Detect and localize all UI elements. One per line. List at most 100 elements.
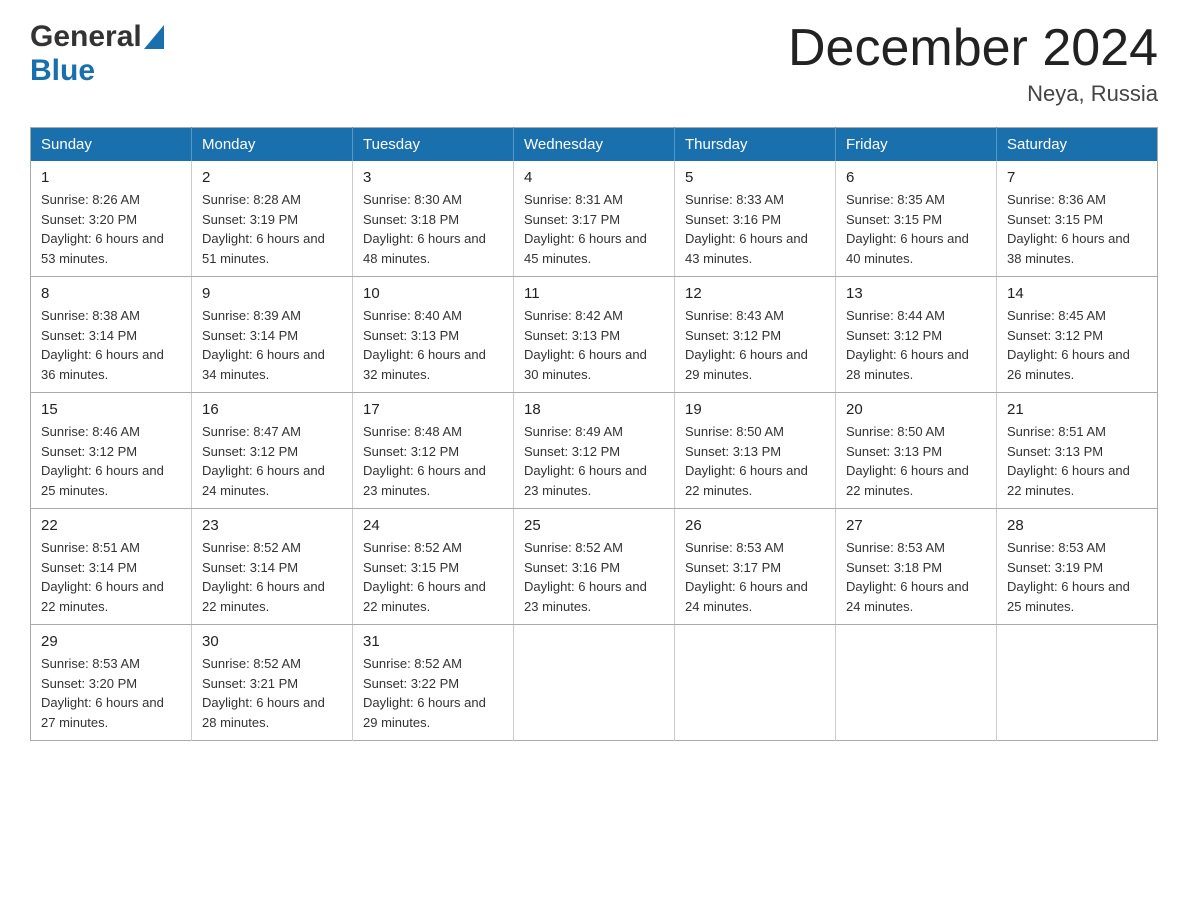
table-row: 29 Sunrise: 8:53 AM Sunset: 3:20 PM Dayl… [31, 625, 192, 741]
day-info: Sunrise: 8:46 AM Sunset: 3:12 PM Dayligh… [41, 422, 181, 500]
col-tuesday: Tuesday [353, 128, 514, 162]
day-number: 14 [1007, 285, 1147, 302]
day-info: Sunrise: 8:49 AM Sunset: 3:12 PM Dayligh… [524, 422, 664, 500]
calendar-table: Sunday Monday Tuesday Wednesday Thursday… [30, 127, 1158, 741]
table-row: 8 Sunrise: 8:38 AM Sunset: 3:14 PM Dayli… [31, 277, 192, 393]
day-number: 31 [363, 633, 503, 650]
day-number: 16 [202, 401, 342, 418]
day-number: 1 [41, 169, 181, 186]
table-row: 26 Sunrise: 8:53 AM Sunset: 3:17 PM Dayl… [675, 509, 836, 625]
day-info: Sunrise: 8:53 AM Sunset: 3:19 PM Dayligh… [1007, 538, 1147, 616]
title-section: December 2024 Neya, Russia [788, 20, 1158, 107]
table-row: 24 Sunrise: 8:52 AM Sunset: 3:15 PM Dayl… [353, 509, 514, 625]
table-row [675, 625, 836, 741]
month-title: December 2024 [788, 20, 1158, 77]
table-row: 17 Sunrise: 8:48 AM Sunset: 3:12 PM Dayl… [353, 393, 514, 509]
day-number: 18 [524, 401, 664, 418]
day-info: Sunrise: 8:44 AM Sunset: 3:12 PM Dayligh… [846, 306, 986, 384]
day-number: 13 [846, 285, 986, 302]
table-row: 12 Sunrise: 8:43 AM Sunset: 3:12 PM Dayl… [675, 277, 836, 393]
day-info: Sunrise: 8:52 AM Sunset: 3:21 PM Dayligh… [202, 654, 342, 732]
day-info: Sunrise: 8:36 AM Sunset: 3:15 PM Dayligh… [1007, 190, 1147, 268]
day-info: Sunrise: 8:30 AM Sunset: 3:18 PM Dayligh… [363, 190, 503, 268]
day-info: Sunrise: 8:31 AM Sunset: 3:17 PM Dayligh… [524, 190, 664, 268]
day-info: Sunrise: 8:35 AM Sunset: 3:15 PM Dayligh… [846, 190, 986, 268]
logo: General Blue [30, 20, 164, 88]
table-row: 11 Sunrise: 8:42 AM Sunset: 3:13 PM Dayl… [514, 277, 675, 393]
calendar-week-row: 22 Sunrise: 8:51 AM Sunset: 3:14 PM Dayl… [31, 509, 1158, 625]
table-row: 27 Sunrise: 8:53 AM Sunset: 3:18 PM Dayl… [836, 509, 997, 625]
day-number: 2 [202, 169, 342, 186]
location-label: Neya, Russia [788, 81, 1158, 107]
day-number: 8 [41, 285, 181, 302]
table-row: 6 Sunrise: 8:35 AM Sunset: 3:15 PM Dayli… [836, 161, 997, 277]
table-row: 1 Sunrise: 8:26 AM Sunset: 3:20 PM Dayli… [31, 161, 192, 277]
table-row [836, 625, 997, 741]
day-number: 6 [846, 169, 986, 186]
day-info: Sunrise: 8:48 AM Sunset: 3:12 PM Dayligh… [363, 422, 503, 500]
day-info: Sunrise: 8:53 AM Sunset: 3:17 PM Dayligh… [685, 538, 825, 616]
day-number: 10 [363, 285, 503, 302]
day-number: 4 [524, 169, 664, 186]
day-info: Sunrise: 8:38 AM Sunset: 3:14 PM Dayligh… [41, 306, 181, 384]
day-number: 12 [685, 285, 825, 302]
day-number: 30 [202, 633, 342, 650]
day-info: Sunrise: 8:50 AM Sunset: 3:13 PM Dayligh… [685, 422, 825, 500]
page-header: General Blue December 2024 Neya, Russia [30, 20, 1158, 107]
logo-general-text: General [30, 20, 142, 54]
day-info: Sunrise: 8:43 AM Sunset: 3:12 PM Dayligh… [685, 306, 825, 384]
table-row: 25 Sunrise: 8:52 AM Sunset: 3:16 PM Dayl… [514, 509, 675, 625]
table-row: 7 Sunrise: 8:36 AM Sunset: 3:15 PM Dayli… [997, 161, 1158, 277]
day-info: Sunrise: 8:33 AM Sunset: 3:16 PM Dayligh… [685, 190, 825, 268]
day-info: Sunrise: 8:51 AM Sunset: 3:14 PM Dayligh… [41, 538, 181, 616]
table-row: 28 Sunrise: 8:53 AM Sunset: 3:19 PM Dayl… [997, 509, 1158, 625]
table-row: 20 Sunrise: 8:50 AM Sunset: 3:13 PM Dayl… [836, 393, 997, 509]
table-row: 13 Sunrise: 8:44 AM Sunset: 3:12 PM Dayl… [836, 277, 997, 393]
table-row: 31 Sunrise: 8:52 AM Sunset: 3:22 PM Dayl… [353, 625, 514, 741]
day-number: 11 [524, 285, 664, 302]
day-number: 28 [1007, 517, 1147, 534]
calendar-week-row: 15 Sunrise: 8:46 AM Sunset: 3:12 PM Dayl… [31, 393, 1158, 509]
col-monday: Monday [192, 128, 353, 162]
day-info: Sunrise: 8:47 AM Sunset: 3:12 PM Dayligh… [202, 422, 342, 500]
logo-blue-text: Blue [30, 54, 95, 88]
logo-triangle-icon [144, 25, 164, 49]
day-info: Sunrise: 8:45 AM Sunset: 3:12 PM Dayligh… [1007, 306, 1147, 384]
day-number: 29 [41, 633, 181, 650]
table-row [514, 625, 675, 741]
table-row: 5 Sunrise: 8:33 AM Sunset: 3:16 PM Dayli… [675, 161, 836, 277]
table-row: 2 Sunrise: 8:28 AM Sunset: 3:19 PM Dayli… [192, 161, 353, 277]
day-number: 26 [685, 517, 825, 534]
calendar-week-row: 1 Sunrise: 8:26 AM Sunset: 3:20 PM Dayli… [31, 161, 1158, 277]
table-row: 3 Sunrise: 8:30 AM Sunset: 3:18 PM Dayli… [353, 161, 514, 277]
col-sunday: Sunday [31, 128, 192, 162]
day-info: Sunrise: 8:50 AM Sunset: 3:13 PM Dayligh… [846, 422, 986, 500]
table-row: 21 Sunrise: 8:51 AM Sunset: 3:13 PM Dayl… [997, 393, 1158, 509]
table-row [997, 625, 1158, 741]
day-number: 15 [41, 401, 181, 418]
day-info: Sunrise: 8:28 AM Sunset: 3:19 PM Dayligh… [202, 190, 342, 268]
calendar-week-row: 29 Sunrise: 8:53 AM Sunset: 3:20 PM Dayl… [31, 625, 1158, 741]
day-info: Sunrise: 8:52 AM Sunset: 3:22 PM Dayligh… [363, 654, 503, 732]
day-info: Sunrise: 8:51 AM Sunset: 3:13 PM Dayligh… [1007, 422, 1147, 500]
table-row: 16 Sunrise: 8:47 AM Sunset: 3:12 PM Dayl… [192, 393, 353, 509]
table-row: 4 Sunrise: 8:31 AM Sunset: 3:17 PM Dayli… [514, 161, 675, 277]
day-number: 23 [202, 517, 342, 534]
table-row: 22 Sunrise: 8:51 AM Sunset: 3:14 PM Dayl… [31, 509, 192, 625]
table-row: 14 Sunrise: 8:45 AM Sunset: 3:12 PM Dayl… [997, 277, 1158, 393]
day-info: Sunrise: 8:53 AM Sunset: 3:18 PM Dayligh… [846, 538, 986, 616]
table-row: 19 Sunrise: 8:50 AM Sunset: 3:13 PM Dayl… [675, 393, 836, 509]
table-row: 30 Sunrise: 8:52 AM Sunset: 3:21 PM Dayl… [192, 625, 353, 741]
day-info: Sunrise: 8:40 AM Sunset: 3:13 PM Dayligh… [363, 306, 503, 384]
calendar-header-row: Sunday Monday Tuesday Wednesday Thursday… [31, 128, 1158, 162]
table-row: 10 Sunrise: 8:40 AM Sunset: 3:13 PM Dayl… [353, 277, 514, 393]
day-info: Sunrise: 8:52 AM Sunset: 3:16 PM Dayligh… [524, 538, 664, 616]
day-number: 21 [1007, 401, 1147, 418]
table-row: 23 Sunrise: 8:52 AM Sunset: 3:14 PM Dayl… [192, 509, 353, 625]
calendar-week-row: 8 Sunrise: 8:38 AM Sunset: 3:14 PM Dayli… [31, 277, 1158, 393]
day-number: 20 [846, 401, 986, 418]
day-info: Sunrise: 8:26 AM Sunset: 3:20 PM Dayligh… [41, 190, 181, 268]
day-number: 24 [363, 517, 503, 534]
day-info: Sunrise: 8:42 AM Sunset: 3:13 PM Dayligh… [524, 306, 664, 384]
day-info: Sunrise: 8:52 AM Sunset: 3:14 PM Dayligh… [202, 538, 342, 616]
